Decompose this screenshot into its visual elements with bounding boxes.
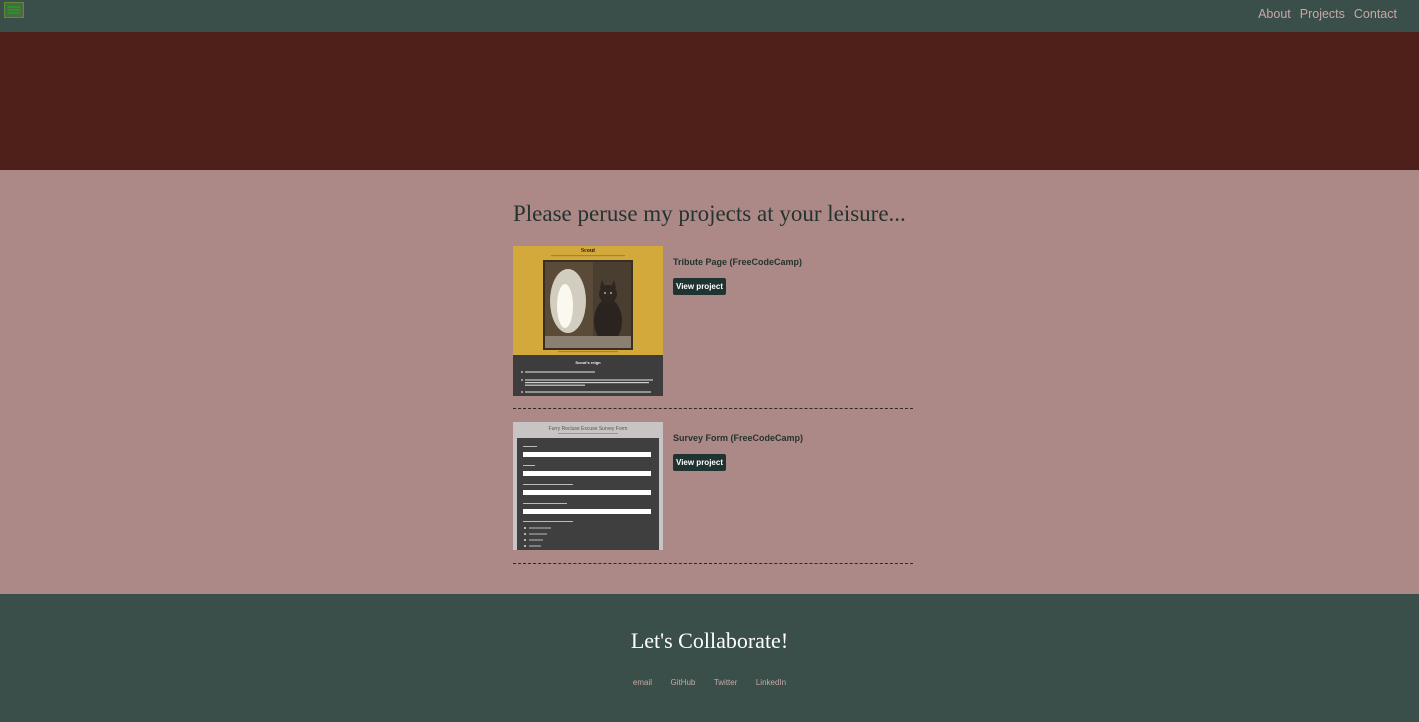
survey-form-screenshot: Furry Recluse Excuse Survey Form bbox=[513, 422, 663, 550]
nav-link-about[interactable]: About bbox=[1258, 7, 1291, 21]
nav-links: About Projects Contact bbox=[1249, 7, 1397, 21]
thumb-survey-title: Furry Recluse Excuse Survey Form bbox=[549, 426, 628, 432]
project-thumbnail-survey[interactable]: Furry Recluse Excuse Survey Form bbox=[513, 422, 663, 550]
footer-title: Let's Collaborate! bbox=[630, 628, 789, 653]
hamburger-line bbox=[8, 8, 20, 11]
view-project-button[interactable]: View project bbox=[673, 278, 726, 295]
hamburger-line bbox=[8, 5, 20, 8]
footer-link-linkedin[interactable]: LinkedIn bbox=[756, 678, 786, 687]
thumb-title: Scout bbox=[581, 248, 595, 254]
hamburger-line bbox=[8, 12, 20, 15]
project-thumbnail-tribute[interactable]: Scout Scout's reign bbox=[513, 246, 663, 396]
project-item-survey: Furry Recluse Excuse Survey Form Survey … bbox=[513, 422, 913, 564]
footer: Let's Collaborate! email GitHub Twitter … bbox=[0, 594, 1419, 722]
view-project-button[interactable]: View project bbox=[673, 454, 726, 471]
nav-link-projects[interactable]: Projects bbox=[1300, 7, 1345, 21]
nav-link-contact[interactable]: Contact bbox=[1354, 7, 1397, 21]
footer-link-github[interactable]: GitHub bbox=[670, 678, 695, 687]
projects-heading: Please peruse my projects at your leisur… bbox=[513, 201, 906, 226]
tribute-page-screenshot: Scout Scout's reign bbox=[513, 246, 663, 396]
hero-banner bbox=[0, 32, 1419, 170]
footer-link-email[interactable]: email bbox=[633, 678, 652, 687]
project-title: Survey Form (FreeCodeCamp) bbox=[673, 433, 804, 443]
project-title: Tribute Page (FreeCodeCamp) bbox=[673, 257, 803, 267]
hamburger-icon[interactable] bbox=[4, 2, 24, 18]
projects-section: Please peruse my projects at your leisur… bbox=[0, 170, 1419, 594]
navbar: About Projects Contact bbox=[0, 0, 1419, 32]
footer-links: email GitHub Twitter LinkedIn bbox=[0, 672, 1419, 690]
project-item-tribute: Scout Scout's reign Tribute Page (FreeCo… bbox=[513, 246, 913, 409]
thumb-section-title: Scout's reign bbox=[575, 360, 601, 365]
footer-link-twitter[interactable]: Twitter bbox=[714, 678, 738, 687]
